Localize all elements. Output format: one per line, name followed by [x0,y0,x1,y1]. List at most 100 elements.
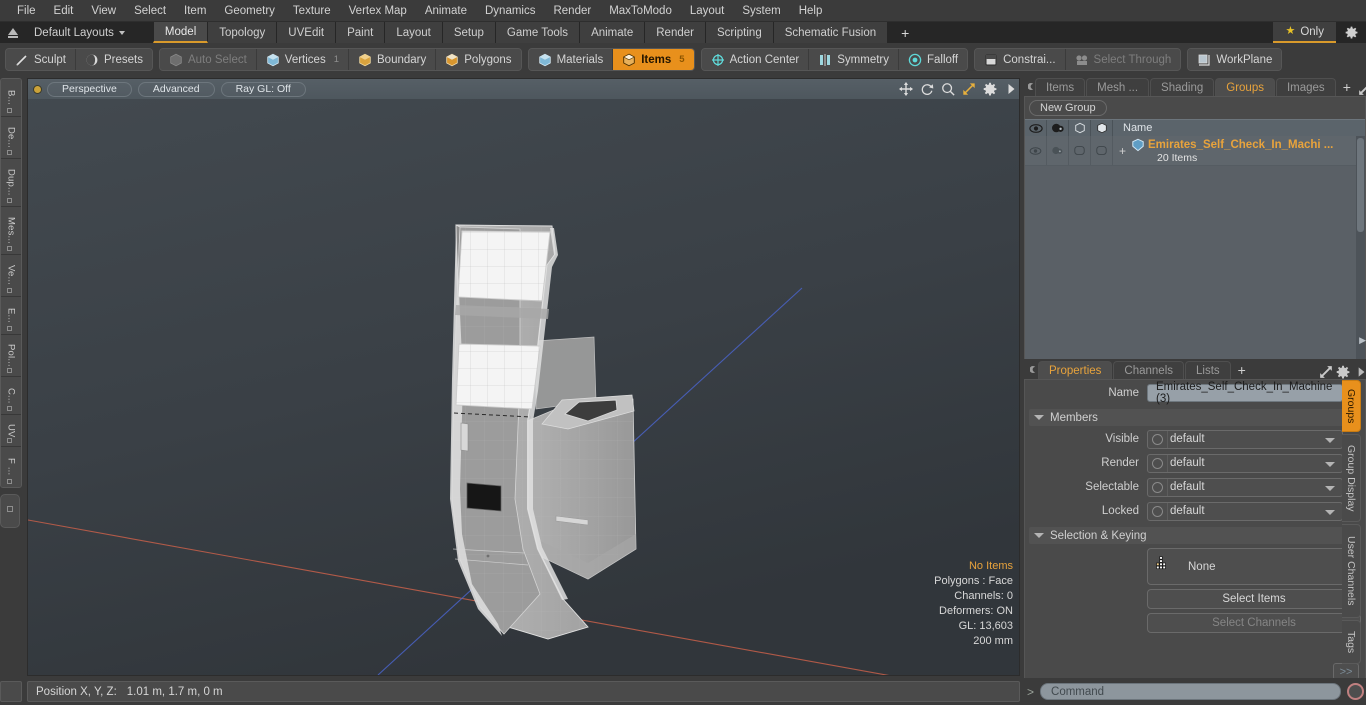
add-layout-tab-button[interactable]: + [888,22,923,43]
viewport-shading-selector[interactable]: Advanced [137,81,215,97]
tab-setup[interactable]: Setup [442,22,496,43]
menu-item-texture[interactable]: Texture [284,1,340,21]
tab-shading[interactable]: Shading [1150,78,1215,96]
menu-item-layout[interactable]: Layout [681,1,734,21]
play-icon[interactable] [1354,365,1365,379]
tab-lists[interactable]: Lists [1185,361,1231,379]
tab-animate[interactable]: Animate [580,22,646,43]
row-expander[interactable]: + [1119,145,1126,157]
vtab-groups[interactable]: Groups [1342,380,1361,432]
auto-select-button[interactable]: Auto Select [159,49,257,70]
row-body[interactable]: + Emirates_Self_Check_In_Machi ... 20 It… [1113,136,1365,165]
viewport-projection-selector[interactable]: Perspective [47,81,132,97]
3d-viewport[interactable]: X Y Z Perspective Advanced Ray GL: Off N… [27,78,1020,676]
select-through-button[interactable]: Select Through [1065,49,1181,70]
boundary-button[interactable]: Boundary [349,49,437,70]
menu-item-render[interactable]: Render [544,1,600,21]
constraint-button[interactable]: Constrai... [975,49,1066,70]
left-tab-mesh-edit[interactable]: Mes... [1,207,21,255]
layout-preset-selector[interactable]: Default Layouts [26,22,133,43]
row-visible-eye-icon[interactable] [1025,136,1047,165]
menu-item-geometry[interactable]: Geometry [215,1,284,21]
menu-item-view[interactable]: View [82,1,125,21]
tab-uvedit[interactable]: UVEdit [277,22,337,43]
tab-topology[interactable]: Topology [208,22,278,43]
vtab-group-display[interactable]: Group Display [1342,434,1361,522]
left-tab-polygon[interactable]: Pol... [1,335,21,377]
viewport-menu-icon[interactable] [34,85,41,93]
members-section-header[interactable]: Members [1029,409,1361,426]
expand-icon[interactable] [1358,82,1366,96]
tab-schematic-fusion[interactable]: Schematic Fusion [773,22,889,43]
tab-groups[interactable]: Groups [1215,78,1275,96]
select-items-button[interactable]: Select Items [1147,589,1361,609]
row-lock-toggle[interactable] [1091,136,1113,165]
viewport-raygl-selector[interactable]: Ray GL: Off [220,81,306,97]
selectable-dropdown[interactable]: default [1147,477,1343,497]
vtab-user-channels[interactable]: User Channels [1342,524,1361,618]
tab-render[interactable]: Render [645,22,706,43]
row-render-icon[interactable] [1047,136,1069,165]
tab-model[interactable]: Model [152,22,209,43]
list-expand-arrow-icon[interactable]: ▶ [1359,335,1366,346]
play-icon[interactable] [1004,82,1015,96]
move-icon[interactable] [899,82,913,96]
only-toggle-button[interactable]: ★ Only [1273,22,1336,43]
group-list-empty-area[interactable] [1025,166,1365,364]
col-visible-eye-icon[interactable] [1025,120,1047,136]
tab-properties[interactable]: Properties [1038,361,1113,379]
tab-paint[interactable]: Paint [336,22,386,43]
tab-scripting[interactable]: Scripting [705,22,774,43]
viewport-canvas[interactable]: X Y Z [28,79,1019,675]
tab-items[interactable]: Items [1035,78,1086,96]
menu-item-item[interactable]: Item [175,1,215,21]
falloff-button[interactable]: Falloff [899,49,968,70]
enable-toggle-icon[interactable] [1152,433,1163,445]
zoom-icon[interactable] [941,82,955,96]
menu-item-file[interactable]: File [8,1,45,21]
command-input[interactable]: Command [1040,683,1341,700]
panel-menu-icon[interactable] [1028,76,1035,96]
action-center-button[interactable]: Action Center [701,49,810,70]
gear-icon[interactable] [1336,365,1350,379]
tab-channels[interactable]: Channels [1113,361,1185,379]
left-tab-duplicate[interactable]: Dup... [1,159,21,207]
expand-icon[interactable] [1319,365,1332,379]
sculpt-button[interactable]: Sculpt [6,49,76,70]
vtab-tags[interactable]: Tags [1342,620,1361,664]
add-tab-button[interactable]: + [1337,78,1357,96]
left-tab-uv[interactable]: UV [1,415,21,447]
rotate-icon[interactable] [920,82,934,96]
presets-button[interactable]: Presets [75,49,152,70]
locked-dropdown[interactable]: default [1147,501,1343,521]
add-properties-tab-button[interactable]: + [1232,361,1252,379]
left-tab-vertex[interactable]: Ve... [1,255,21,297]
visible-dropdown[interactable]: default [1147,429,1343,449]
record-macro-button[interactable] [1347,683,1364,700]
selection-set-picker[interactable]: None [1147,548,1361,585]
gear-icon[interactable] [983,82,997,96]
menu-item-dynamics[interactable]: Dynamics [476,1,544,21]
menu-item-vertex-map[interactable]: Vertex Map [340,1,416,21]
col-select-icon[interactable] [1069,120,1091,136]
col-render-icon[interactable] [1047,120,1069,136]
home-icon[interactable] [0,22,26,43]
tab-mesh-ops[interactable]: Mesh ... [1086,78,1150,96]
tab-game-tools[interactable]: Game Tools [495,22,581,43]
col-lock-icon[interactable] [1091,120,1113,136]
menu-item-edit[interactable]: Edit [45,1,83,21]
vertices-button[interactable]: Vertices 1 [256,49,350,70]
left-tab-extra[interactable] [0,494,20,528]
menu-item-maxtomodo[interactable]: MaxToModo [600,1,681,21]
selection-keying-section-header[interactable]: Selection & Keying [1029,527,1361,544]
left-tab-deform[interactable]: De... [1,117,21,159]
enable-toggle-icon[interactable] [1152,457,1163,469]
left-tab-basic[interactable]: B... [1,79,21,117]
enable-toggle-icon[interactable] [1152,481,1163,493]
polygons-button[interactable]: Polygons [436,49,521,70]
symmetry-button[interactable]: Symmetry [809,49,899,70]
menu-item-system[interactable]: System [733,1,789,21]
fit-icon[interactable] [962,82,976,96]
panel-menu-icon[interactable] [1028,359,1038,379]
table-row[interactable]: + Emirates_Self_Check_In_Machi ... 20 It… [1025,136,1365,166]
